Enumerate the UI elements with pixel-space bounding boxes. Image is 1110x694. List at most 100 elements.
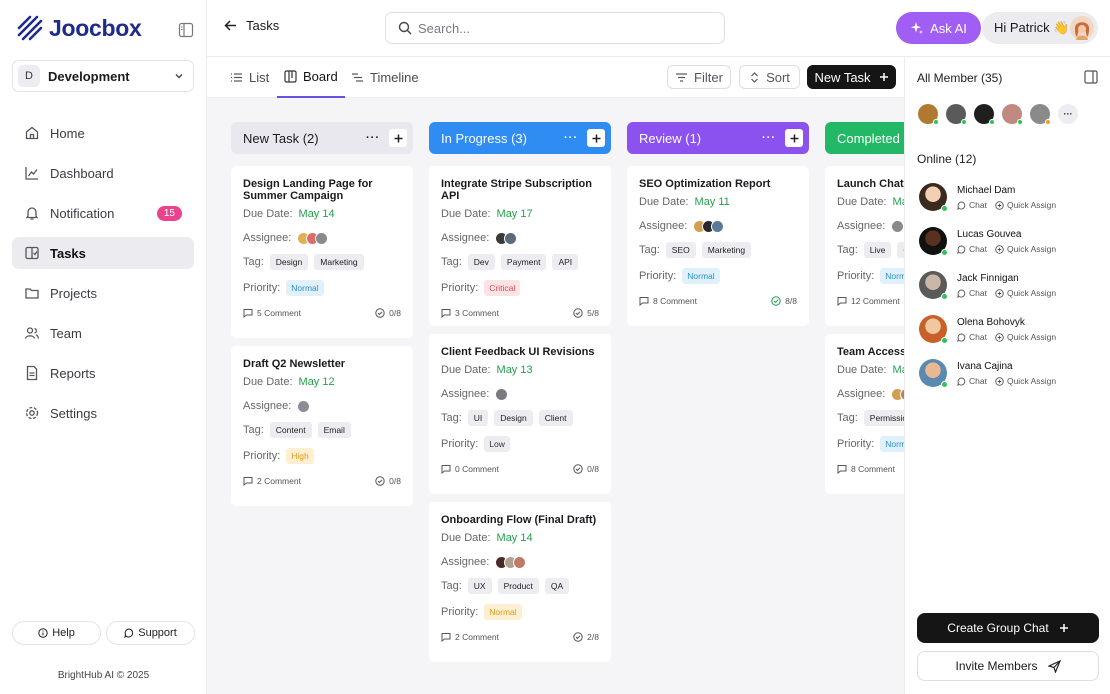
comments-count[interactable]: 2 Comment	[441, 632, 499, 642]
sidebar-item-dashboard[interactable]: Dashboard	[12, 157, 194, 189]
task-card[interactable]: Draft Q2 Newsletter Due Date: May 12 Assi…	[231, 346, 413, 506]
column-header: Review (1) ···	[627, 122, 809, 154]
avatar[interactable]	[919, 227, 948, 256]
comment-icon	[441, 309, 451, 318]
task-title: Client Feedback UI Revisions	[441, 346, 595, 358]
chat-action[interactable]: Chat	[957, 200, 987, 210]
comments-count[interactable]: 5 Comment	[243, 308, 301, 318]
tab-timeline[interactable]: Timeline	[351, 57, 419, 98]
member-name: Olena Bohovyk	[957, 317, 1025, 328]
assignee-avatars[interactable]	[891, 387, 904, 401]
comments-count[interactable]: 8 Comment	[837, 464, 895, 474]
avatar[interactable]	[919, 183, 948, 212]
assignee-avatars[interactable]	[297, 399, 311, 413]
add-card-button[interactable]	[389, 129, 407, 147]
comments-count[interactable]: 0 Comment	[441, 464, 499, 474]
quick-assign-action[interactable]: Quick Assign	[995, 332, 1056, 342]
report-icon	[26, 365, 38, 381]
avatar	[504, 231, 518, 245]
search-box[interactable]	[385, 12, 725, 44]
quick-assign-action[interactable]: Quick Assign	[995, 244, 1056, 254]
task-card[interactable]: SEO Optimization Report Due Date: May 11 …	[627, 166, 809, 326]
comment-icon	[243, 309, 253, 318]
plus-circle-icon	[995, 244, 1004, 254]
avatar[interactable]	[946, 104, 967, 125]
comments-count[interactable]: 12 Comment	[837, 296, 900, 306]
task-card[interactable]: Team Access F Due Date: May Assignee: Tag…	[825, 334, 904, 494]
sidebar-item-team[interactable]: Team	[12, 317, 194, 349]
sidebar-nav: Home Dashboard Notification 15 Tasks Pro…	[12, 117, 194, 437]
search-input[interactable]	[418, 20, 718, 36]
assignee-avatars[interactable]	[297, 231, 329, 245]
assignee-avatars[interactable]	[693, 219, 725, 233]
assignee-label: Assignee:	[243, 232, 292, 244]
members-panel: All Member (35) ··· Online (12) Michael …	[904, 57, 1110, 694]
avatar[interactable]	[919, 359, 948, 388]
checklist-progress: 0/8	[573, 464, 599, 474]
workspace-selector[interactable]: D Development	[12, 60, 194, 92]
add-card-button[interactable]	[587, 129, 605, 147]
help-button[interactable]: Help	[12, 621, 101, 645]
more-icon[interactable]: ···	[563, 132, 579, 144]
task-card[interactable]: Onboarding Flow (Final Draft) Due Date: M…	[429, 502, 611, 662]
sidebar-item-reports[interactable]: Reports	[12, 357, 194, 389]
sidebar-item-tasks[interactable]: Tasks	[12, 237, 194, 269]
app-logo[interactable]: Joocbox	[16, 14, 142, 42]
more-icon[interactable]: ···	[365, 132, 381, 144]
create-group-chat-button[interactable]: Create Group Chat	[917, 613, 1099, 643]
chat-action[interactable]: Chat	[957, 332, 987, 342]
quick-assign-action[interactable]: Quick Assign	[995, 288, 1056, 298]
avatar[interactable]	[918, 104, 939, 125]
column-in-progress: In Progress (3) ··· Integrate Stripe Sub…	[429, 122, 611, 662]
priority-badge: Normal	[286, 280, 324, 296]
back-to-tasks-button[interactable]: Tasks	[223, 18, 279, 33]
tab-board[interactable]: Board	[277, 57, 345, 98]
comments-text: 8 Comment	[653, 296, 697, 306]
chevron-down-icon	[175, 74, 183, 79]
chat-action[interactable]: Chat	[957, 244, 987, 254]
avatar[interactable]	[974, 104, 995, 125]
task-card[interactable]: Integrate Stripe Subscription API Due Da…	[429, 166, 611, 326]
task-title: Onboarding Flow (Final Draft)	[441, 514, 597, 526]
bell-icon	[25, 207, 39, 220]
assignee-avatars[interactable]	[891, 219, 904, 233]
sort-button[interactable]: Sort	[739, 65, 800, 89]
chat-label: Chat	[969, 200, 987, 210]
avatar	[315, 231, 329, 245]
more-icon[interactable]: ···	[761, 132, 777, 144]
comments-count[interactable]: 2 Comment	[243, 476, 301, 486]
user-menu[interactable]: Hi Patrick 👋	[982, 12, 1098, 44]
sidebar-item-projects[interactable]: Projects	[12, 277, 194, 309]
support-button[interactable]: Support	[106, 621, 195, 645]
chat-action[interactable]: Chat	[957, 288, 987, 298]
more-members-button[interactable]: ···	[1058, 104, 1078, 124]
ask-ai-button[interactable]: Ask AI	[896, 12, 981, 44]
comments-count[interactable]: 8 Comment	[639, 296, 697, 306]
chat-action[interactable]: Chat	[957, 376, 987, 386]
invite-members-button[interactable]: Invite Members	[917, 651, 1099, 681]
sidebar-item-notification[interactable]: Notification 15	[12, 197, 194, 229]
assignee-avatars[interactable]	[495, 387, 509, 401]
avatar[interactable]	[919, 271, 948, 300]
avatar[interactable]	[1030, 104, 1051, 125]
assignee-avatars[interactable]	[495, 555, 527, 569]
sidebar-collapse-icon[interactable]	[178, 22, 194, 38]
add-card-button[interactable]	[785, 129, 803, 147]
task-card[interactable]: Client Feedback UI Revisions Due Date: Ma…	[429, 334, 611, 494]
sidebar-item-settings[interactable]: Settings	[12, 397, 194, 429]
avatar[interactable]	[919, 315, 948, 344]
assignee-avatars[interactable]	[495, 231, 518, 245]
tab-list[interactable]: List	[230, 57, 269, 98]
filter-button[interactable]: Filter	[667, 65, 731, 89]
task-card[interactable]: Design Landing Page for Summer Campaign …	[231, 166, 413, 338]
comments-count[interactable]: 3 Comment	[441, 308, 499, 318]
quick-assign-action[interactable]: Quick Assign	[995, 200, 1056, 210]
new-task-button[interactable]: New Task	[807, 65, 896, 89]
avatar[interactable]	[1002, 104, 1023, 125]
sidebar-item-home[interactable]: Home	[12, 117, 194, 149]
task-title: Design Landing Page for Summer Campaign	[243, 178, 373, 202]
task-card[interactable]: Launch Chat S Due Date: May Assignee: Tag…	[825, 166, 904, 326]
board-icon	[284, 70, 297, 83]
panel-collapse-icon[interactable]	[1084, 70, 1098, 84]
quick-assign-action[interactable]: Quick Assign	[995, 376, 1056, 386]
